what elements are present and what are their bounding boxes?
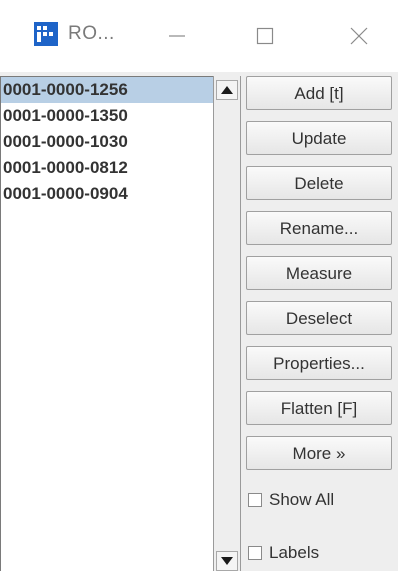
labels-checkbox-row[interactable]: Labels bbox=[246, 540, 319, 566]
close-button[interactable] bbox=[334, 14, 384, 58]
show-all-checkbox[interactable] bbox=[248, 493, 262, 507]
list-item[interactable]: 0001-0000-1030 bbox=[1, 129, 213, 155]
window-title: RO... bbox=[68, 23, 115, 44]
show-all-checkbox-row[interactable]: Show All bbox=[246, 487, 334, 513]
more-button[interactable]: More » bbox=[246, 436, 392, 470]
list-item[interactable]: 0001-0000-1350 bbox=[1, 103, 213, 129]
arrow-up-icon bbox=[221, 86, 233, 94]
measure-button[interactable]: Measure bbox=[246, 256, 392, 290]
roi-manager-panel: 0001-0000-1256 0001-0000-1350 0001-0000-… bbox=[0, 72, 398, 571]
list-item[interactable]: 0001-0000-0812 bbox=[1, 155, 213, 181]
flatten-button[interactable]: Flatten [F] bbox=[246, 391, 392, 425]
delete-button[interactable]: Delete bbox=[246, 166, 392, 200]
update-button[interactable]: Update bbox=[246, 121, 392, 155]
deselect-button[interactable]: Deselect bbox=[246, 301, 392, 335]
roi-list[interactable]: 0001-0000-1256 0001-0000-1350 0001-0000-… bbox=[0, 76, 213, 571]
properties-button[interactable]: Properties... bbox=[246, 346, 392, 380]
add-button[interactable]: Add [t] bbox=[246, 76, 392, 110]
list-scrollbar[interactable] bbox=[213, 76, 241, 571]
list-item[interactable]: 0001-0000-1256 bbox=[1, 77, 213, 103]
labels-checkbox[interactable] bbox=[248, 546, 262, 560]
rename-button[interactable]: Rename... bbox=[246, 211, 392, 245]
minimize-button[interactable] bbox=[152, 14, 202, 58]
scroll-down-button[interactable] bbox=[216, 551, 238, 571]
close-icon bbox=[350, 27, 368, 45]
labels-label: Labels bbox=[269, 543, 320, 562]
imagej-icon bbox=[34, 22, 58, 46]
title-bar: RO... bbox=[0, 0, 398, 72]
list-item[interactable]: 0001-0000-0904 bbox=[1, 181, 213, 207]
scroll-up-button[interactable] bbox=[216, 80, 238, 100]
maximize-icon bbox=[256, 27, 274, 45]
maximize-button[interactable] bbox=[240, 14, 290, 58]
arrow-down-icon bbox=[221, 557, 233, 565]
minimize-icon bbox=[169, 35, 185, 37]
show-all-label: Show All bbox=[269, 490, 335, 509]
